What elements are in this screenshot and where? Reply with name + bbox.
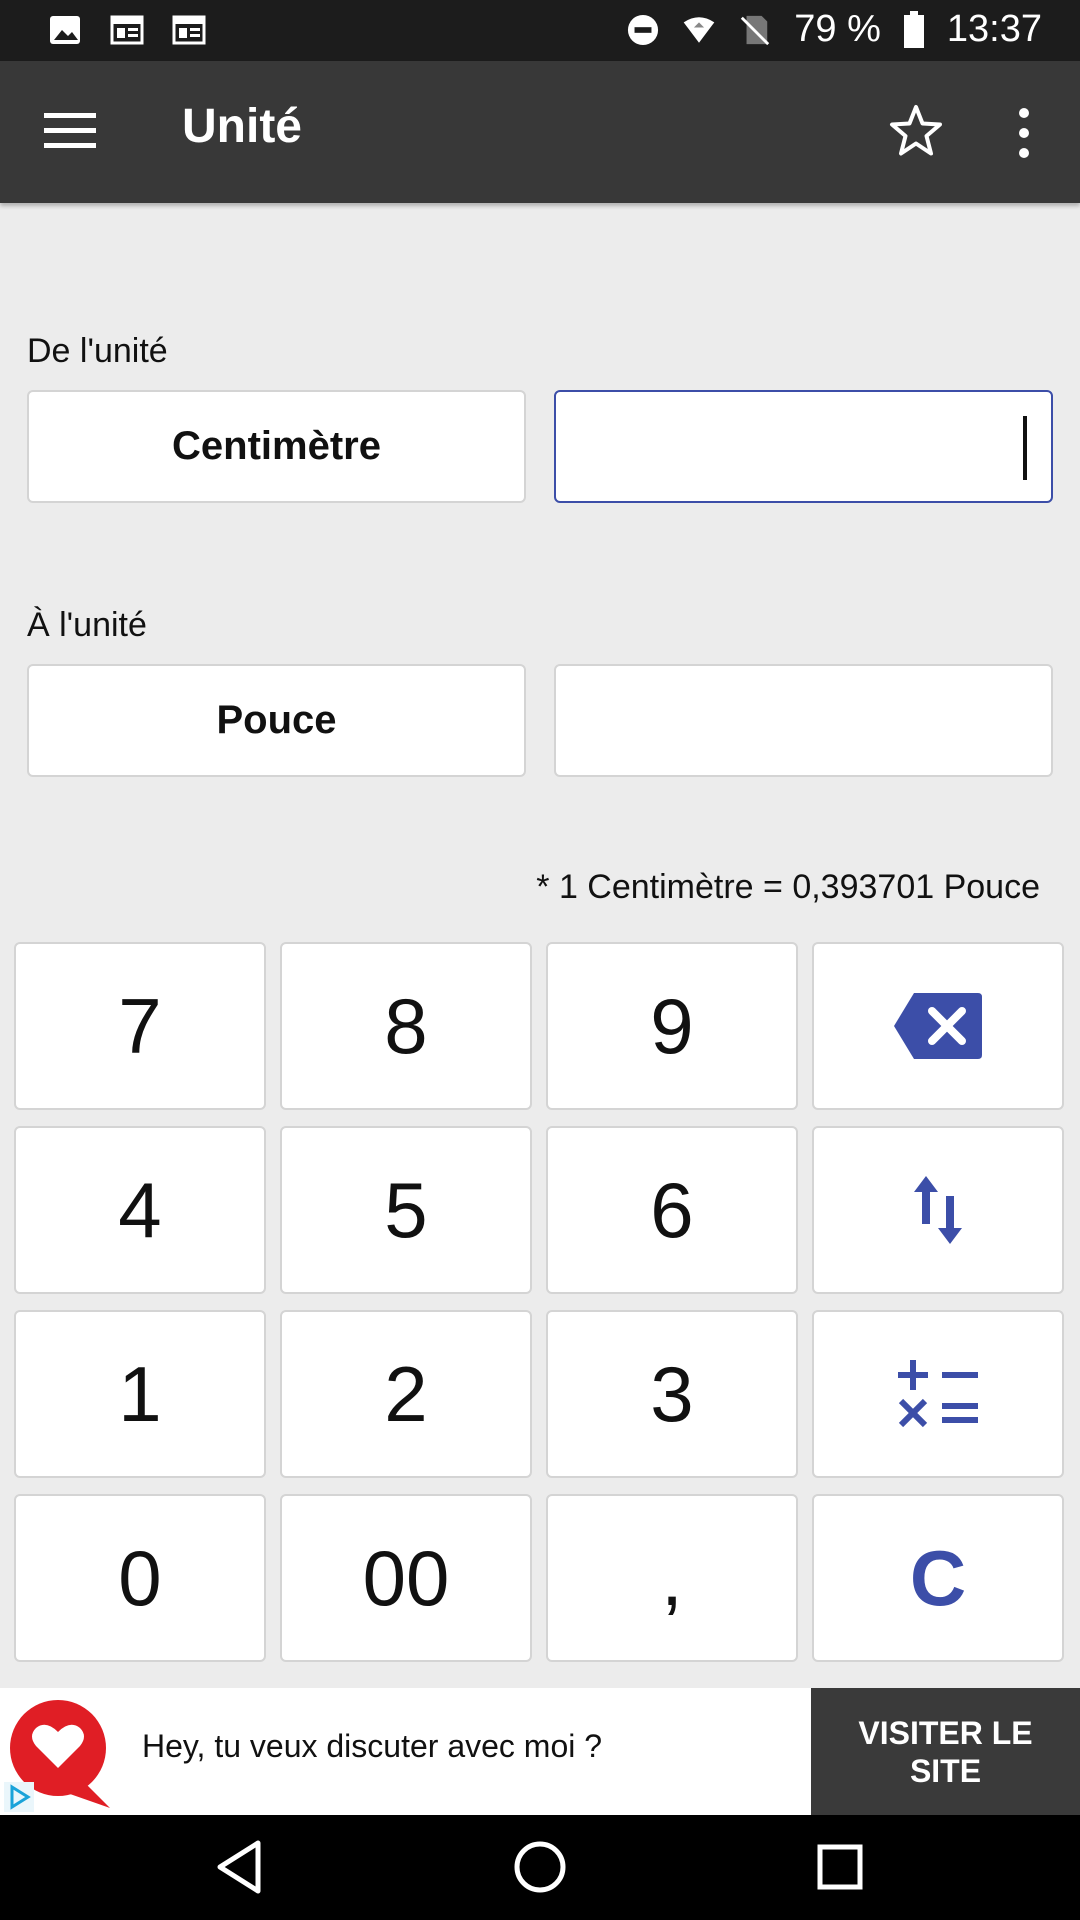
recents-icon[interactable] xyxy=(810,1837,870,1897)
ad-text: Hey, tu veux discuter avec moi ? xyxy=(142,1728,603,1764)
key-1[interactable]: 1 xyxy=(14,1310,266,1478)
calculator-button[interactable] xyxy=(812,1310,1064,1478)
battery-percent: 79 % xyxy=(794,8,881,50)
from-unit-selector[interactable]: Centimètre xyxy=(27,390,526,503)
ad-banner[interactable]: Hey, tu veux discuter avec moi ? VISITER… xyxy=(0,1688,1080,1815)
more-options-icon[interactable] xyxy=(1010,105,1038,161)
notification-icons xyxy=(48,14,206,46)
battery-icon xyxy=(903,10,924,48)
key-00[interactable]: 00 xyxy=(280,1494,532,1662)
to-unit-label: À l'unité xyxy=(27,606,147,644)
system-icons: 79 % 13:37 xyxy=(626,8,1042,51)
to-unit-selector[interactable]: Pouce xyxy=(27,664,526,777)
hamburger-menu-icon[interactable] xyxy=(44,111,96,151)
clock: 13:37 xyxy=(946,8,1042,50)
page-title: Unité xyxy=(182,100,302,153)
swap-units-button[interactable] xyxy=(812,1126,1064,1294)
home-icon[interactable] xyxy=(510,1837,570,1897)
favorite-star-icon[interactable] xyxy=(888,103,944,159)
key-6[interactable]: 6 xyxy=(546,1126,798,1294)
conversion-ratio-text: * 1 Centimètre = 0,393701 Pouce xyxy=(536,868,1040,906)
key-3[interactable]: 3 xyxy=(546,1310,798,1478)
app-bar: Unité xyxy=(0,61,1080,203)
wifi-icon xyxy=(683,16,715,43)
ad-visit-site-button[interactable]: VISITER LE SITE xyxy=(811,1688,1080,1815)
no-sim-icon xyxy=(741,15,770,45)
navigation-bar xyxy=(0,1815,1080,1920)
status-bar: 79 % 13:37 xyxy=(0,0,1080,61)
do-not-disturb-icon xyxy=(628,14,659,45)
adchoices-icon[interactable] xyxy=(4,1782,34,1812)
key-0[interactable]: 0 xyxy=(14,1494,266,1662)
image-icon xyxy=(50,16,80,44)
key-8[interactable]: 8 xyxy=(280,942,532,1110)
key-comma[interactable]: , xyxy=(546,1494,798,1662)
swap-vertical-icon xyxy=(914,1176,962,1244)
key-2[interactable]: 2 xyxy=(280,1310,532,1478)
key-7[interactable]: 7 xyxy=(14,942,266,1110)
calculator-operators-icon xyxy=(898,1360,978,1428)
to-value-output[interactable] xyxy=(554,664,1053,777)
newspaper-icon xyxy=(172,15,206,45)
backspace-button[interactable] xyxy=(812,942,1064,1110)
from-value-input[interactable] xyxy=(554,390,1053,503)
from-unit-label: De l'unité xyxy=(27,332,168,370)
key-4[interactable]: 4 xyxy=(14,1126,266,1294)
key-5[interactable]: 5 xyxy=(280,1126,532,1294)
key-9[interactable]: 9 xyxy=(546,942,798,1110)
newspaper-icon xyxy=(110,15,144,45)
clear-button[interactable]: C xyxy=(812,1494,1064,1662)
text-cursor xyxy=(1023,416,1027,480)
back-icon[interactable] xyxy=(210,1837,270,1897)
backspace-icon xyxy=(894,993,982,1059)
keypad: 7 8 9 4 5 6 1 2 3 0 00 , C xyxy=(14,942,1066,1662)
